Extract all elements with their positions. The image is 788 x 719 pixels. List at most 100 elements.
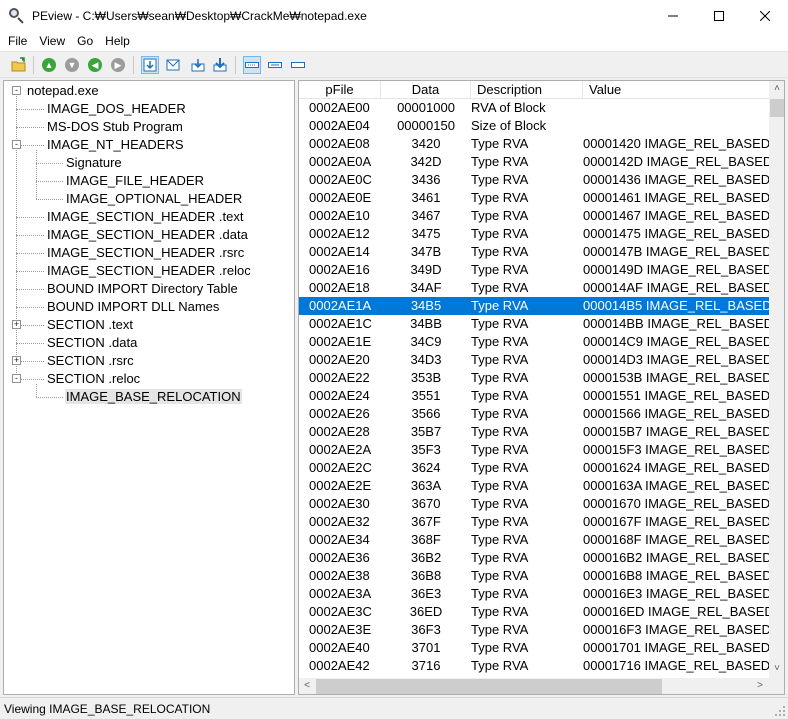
column-pfile[interactable]: pFile [299, 81, 381, 99]
table-row[interactable]: 0002AE3C 36ED Type RVA 000016ED IMAGE_REL_B… [299, 603, 769, 621]
tree-item[interactable]: IMAGE_SECTION_HEADER .rsrc [46, 244, 245, 262]
cell-value: 000015B7 IMAGE_REL_BASED_HIGHLOW [583, 424, 769, 439]
tree-item[interactable]: Signature [65, 154, 123, 172]
view-detail-icon[interactable] [243, 56, 261, 74]
expand-icon[interactable]: + [12, 320, 21, 329]
scroll-down-icon[interactable]: ˅ [769, 661, 784, 677]
table-row[interactable]: 0002AE0A 342D Type RVA 0000142D IMAGE_REL_B… [299, 153, 769, 171]
collapse-icon[interactable]: - [12, 374, 21, 383]
view-word-icon[interactable] [164, 56, 182, 74]
table-row[interactable]: 0002AE28 35B7 Type RVA 000015B7 IMAGE_REL_B… [299, 423, 769, 441]
table-row[interactable]: 0002AE00 00001000 RVA of Block [299, 99, 769, 117]
table-row[interactable]: 0002AE32 367F Type RVA 0000167F IMAGE_REL_B… [299, 513, 769, 531]
minimize-button[interactable] [650, 0, 696, 31]
tree-item[interactable]: IMAGE_BASE_RELOCATION [65, 388, 242, 406]
expand-icon[interactable]: + [12, 356, 21, 365]
tree-item[interactable]: BOUND IMPORT DLL Names [46, 298, 220, 316]
table-row[interactable]: 0002AE0E 3461 Type RVA 00001461 IMAGE_REL_B… [299, 189, 769, 207]
menu-view[interactable]: View [33, 31, 71, 51]
table-row[interactable]: 0002AE20 34D3 Type RVA 000014D3 IMAGE_REL_B… [299, 351, 769, 369]
table-row[interactable]: 0002AE2E 363A Type RVA 0000163A IMAGE_REL_B… [299, 477, 769, 495]
tree-item[interactable]: IMAGE_OPTIONAL_HEADER [65, 190, 243, 208]
cell-data: 36B8 [410, 568, 442, 583]
close-button[interactable] [742, 0, 788, 31]
tree-item[interactable]: SECTION .data [46, 334, 138, 352]
tree-item[interactable]: IMAGE_SECTION_HEADER .text [46, 208, 245, 226]
scroll-left-icon[interactable]: ˂ [299, 678, 315, 694]
menu-file[interactable]: File [2, 31, 33, 51]
cell-value: 000016E3 IMAGE_REL_BASED_HIGHLOW [583, 586, 769, 601]
table-row[interactable]: 0002AE3E 36F3 Type RVA 000016F3 IMAGE_REL_B… [299, 621, 769, 639]
table-row[interactable]: 0002AE22 353B Type RVA 0000153B IMAGE_REL_B… [299, 369, 769, 387]
back-icon[interactable]: ◀ [86, 56, 104, 74]
tree-item[interactable]: MS-DOS Stub Program [46, 118, 184, 136]
tree-item[interactable]: SECTION .rsrc [46, 352, 135, 370]
view-dword-bold-icon[interactable] [211, 56, 229, 74]
table-row[interactable]: 0002AE08 3420 Type RVA 00001420 IMAGE_REL_B… [299, 135, 769, 153]
table-row[interactable]: 0002AE10 3467 Type RVA 00001467 IMAGE_REL_B… [299, 207, 769, 225]
table-row[interactable]: 0002AE2A 35F3 Type RVA 000015F3 IMAGE_REL_B… [299, 441, 769, 459]
collapse-icon[interactable]: - [12, 140, 21, 149]
tree-item[interactable]: SECTION .reloc [46, 370, 141, 388]
go-down-icon[interactable]: ▼ [63, 56, 81, 74]
table-row[interactable]: 0002AE30 3670 Type RVA 00001670 IMAGE_REL_B… [299, 495, 769, 513]
table-row[interactable]: 0002AE14 347B Type RVA 0000147B IMAGE_REL_B… [299, 243, 769, 261]
tree-item[interactable]: IMAGE_NT_HEADERS [46, 136, 185, 154]
open-file-icon[interactable] [10, 56, 28, 74]
table-row[interactable]: 0002AE38 36B8 Type RVA 000016B8 IMAGE_REL_B… [299, 567, 769, 585]
cell-data: 3436 [411, 172, 441, 187]
table-row[interactable]: 0002AE1C 34BB Type RVA 000014BB IMAGE_REL_B… [299, 315, 769, 333]
forward-icon[interactable]: ▶ [109, 56, 127, 74]
table-row[interactable]: 0002AE12 3475 Type RVA 00001475 IMAGE_REL_B… [299, 225, 769, 243]
table-row[interactable]: 0002AE26 3566 Type RVA 00001566 IMAGE_REL_B… [299, 405, 769, 423]
column-value[interactable]: Value [583, 81, 769, 99]
tree-item-label: MS-DOS Stub Program [47, 119, 183, 134]
tree-item[interactable]: IMAGE_DOS_HEADER [46, 100, 187, 118]
view-dword-icon[interactable] [189, 56, 207, 74]
column-description[interactable]: Description [471, 81, 583, 99]
tree-item[interactable]: IMAGE_SECTION_HEADER .reloc [46, 262, 252, 280]
go-up-icon[interactable]: ▲ [40, 56, 58, 74]
scroll-up-icon[interactable]: ˄ [769, 81, 784, 97]
table-row[interactable]: 0002AE04 00000150 Size of Block [299, 117, 769, 135]
vertical-scroll-thumb[interactable] [770, 99, 784, 117]
table-row[interactable]: 0002AE3A 36E3 Type RVA 000016E3 IMAGE_REL_B… [299, 585, 769, 603]
tree-item[interactable]: SECTION .text [46, 316, 134, 334]
table-row[interactable]: 0002AE0C 3436 Type RVA 00001436 IMAGE_REL_B… [299, 171, 769, 189]
table-row[interactable]: 0002AE1E 34C9 Type RVA 000014C9 IMAGE_REL_B… [299, 333, 769, 351]
table-row[interactable]: 0002AE34 368F Type RVA 0000168F IMAGE_REL_B… [299, 531, 769, 549]
tree-item[interactable]: BOUND IMPORT Directory Table [46, 280, 239, 298]
table-row[interactable]: 0002AE40 3701 Type RVA 00001701 IMAGE_REL_B… [299, 639, 769, 657]
horizontal-scrollbar[interactable]: ˂ ˃ [299, 678, 769, 694]
cell-value: 0000153B IMAGE_REL_BASED_HIGHLOW [583, 370, 769, 385]
table-row[interactable]: 0002AE42 3716 Type RVA 00001716 IMAGE_REL_B… [299, 657, 769, 675]
menu-help[interactable]: Help [99, 31, 136, 51]
table-row[interactable]: 0002AE18 34AF Type RVA 000014AF IMAGE_REL_B… [299, 279, 769, 297]
menu-go[interactable]: Go [71, 31, 99, 51]
cell-value: 00001467 IMAGE_REL_BASED_HIGHLOW [583, 208, 769, 223]
tree-item[interactable]: IMAGE_SECTION_HEADER .data [46, 226, 249, 244]
table-row[interactable]: 0002AE24 3551 Type RVA 00001551 IMAGE_REL_B… [299, 387, 769, 405]
view-list-icon[interactable] [289, 56, 307, 74]
collapse-icon[interactable]: - [12, 86, 21, 95]
maximize-button[interactable] [696, 0, 742, 31]
tree-view[interactable]: - notepad.exe IMAGE_DOS_HEADER MS-DOS Stub … [3, 80, 295, 695]
view-hex-icon[interactable] [266, 56, 284, 74]
table-row[interactable]: 0002AE36 36B2 Type RVA 000016B2 IMAGE_REL_B… [299, 549, 769, 567]
horizontal-scroll-thumb[interactable] [316, 679, 662, 694]
tree-item-label: IMAGE_NT_HEADERS [47, 137, 184, 152]
window-title: PEview - C:₩Users₩sean₩Desktop₩CrackMe₩n… [32, 8, 367, 23]
tree-item[interactable]: notepad.exe [26, 82, 100, 100]
resize-grip-icon[interactable] [774, 705, 786, 717]
tree-item[interactable]: IMAGE_FILE_HEADER [65, 172, 205, 190]
column-data[interactable]: Data [381, 81, 471, 99]
view-byte-icon[interactable] [141, 56, 159, 74]
table-row[interactable]: 0002AE2C 3624 Type RVA 00001624 IMAGE_REL_B… [299, 459, 769, 477]
scroll-right-icon[interactable]: ˃ [752, 678, 768, 694]
list-view[interactable]: pFile Data Description Value 0002AE00 000… [298, 80, 785, 695]
cell-data: 342D [410, 154, 442, 169]
table-row[interactable]: 0002AE16 349D Type RVA 0000149D IMAGE_REL_B… [299, 261, 769, 279]
table-row[interactable]: 0002AE1A 34B5 Type RVA 000014B5 IMAGE_REL_B… [299, 297, 769, 315]
vertical-scrollbar[interactable]: ˄ ˅ [769, 81, 784, 678]
cell-data: 368F [411, 532, 441, 547]
